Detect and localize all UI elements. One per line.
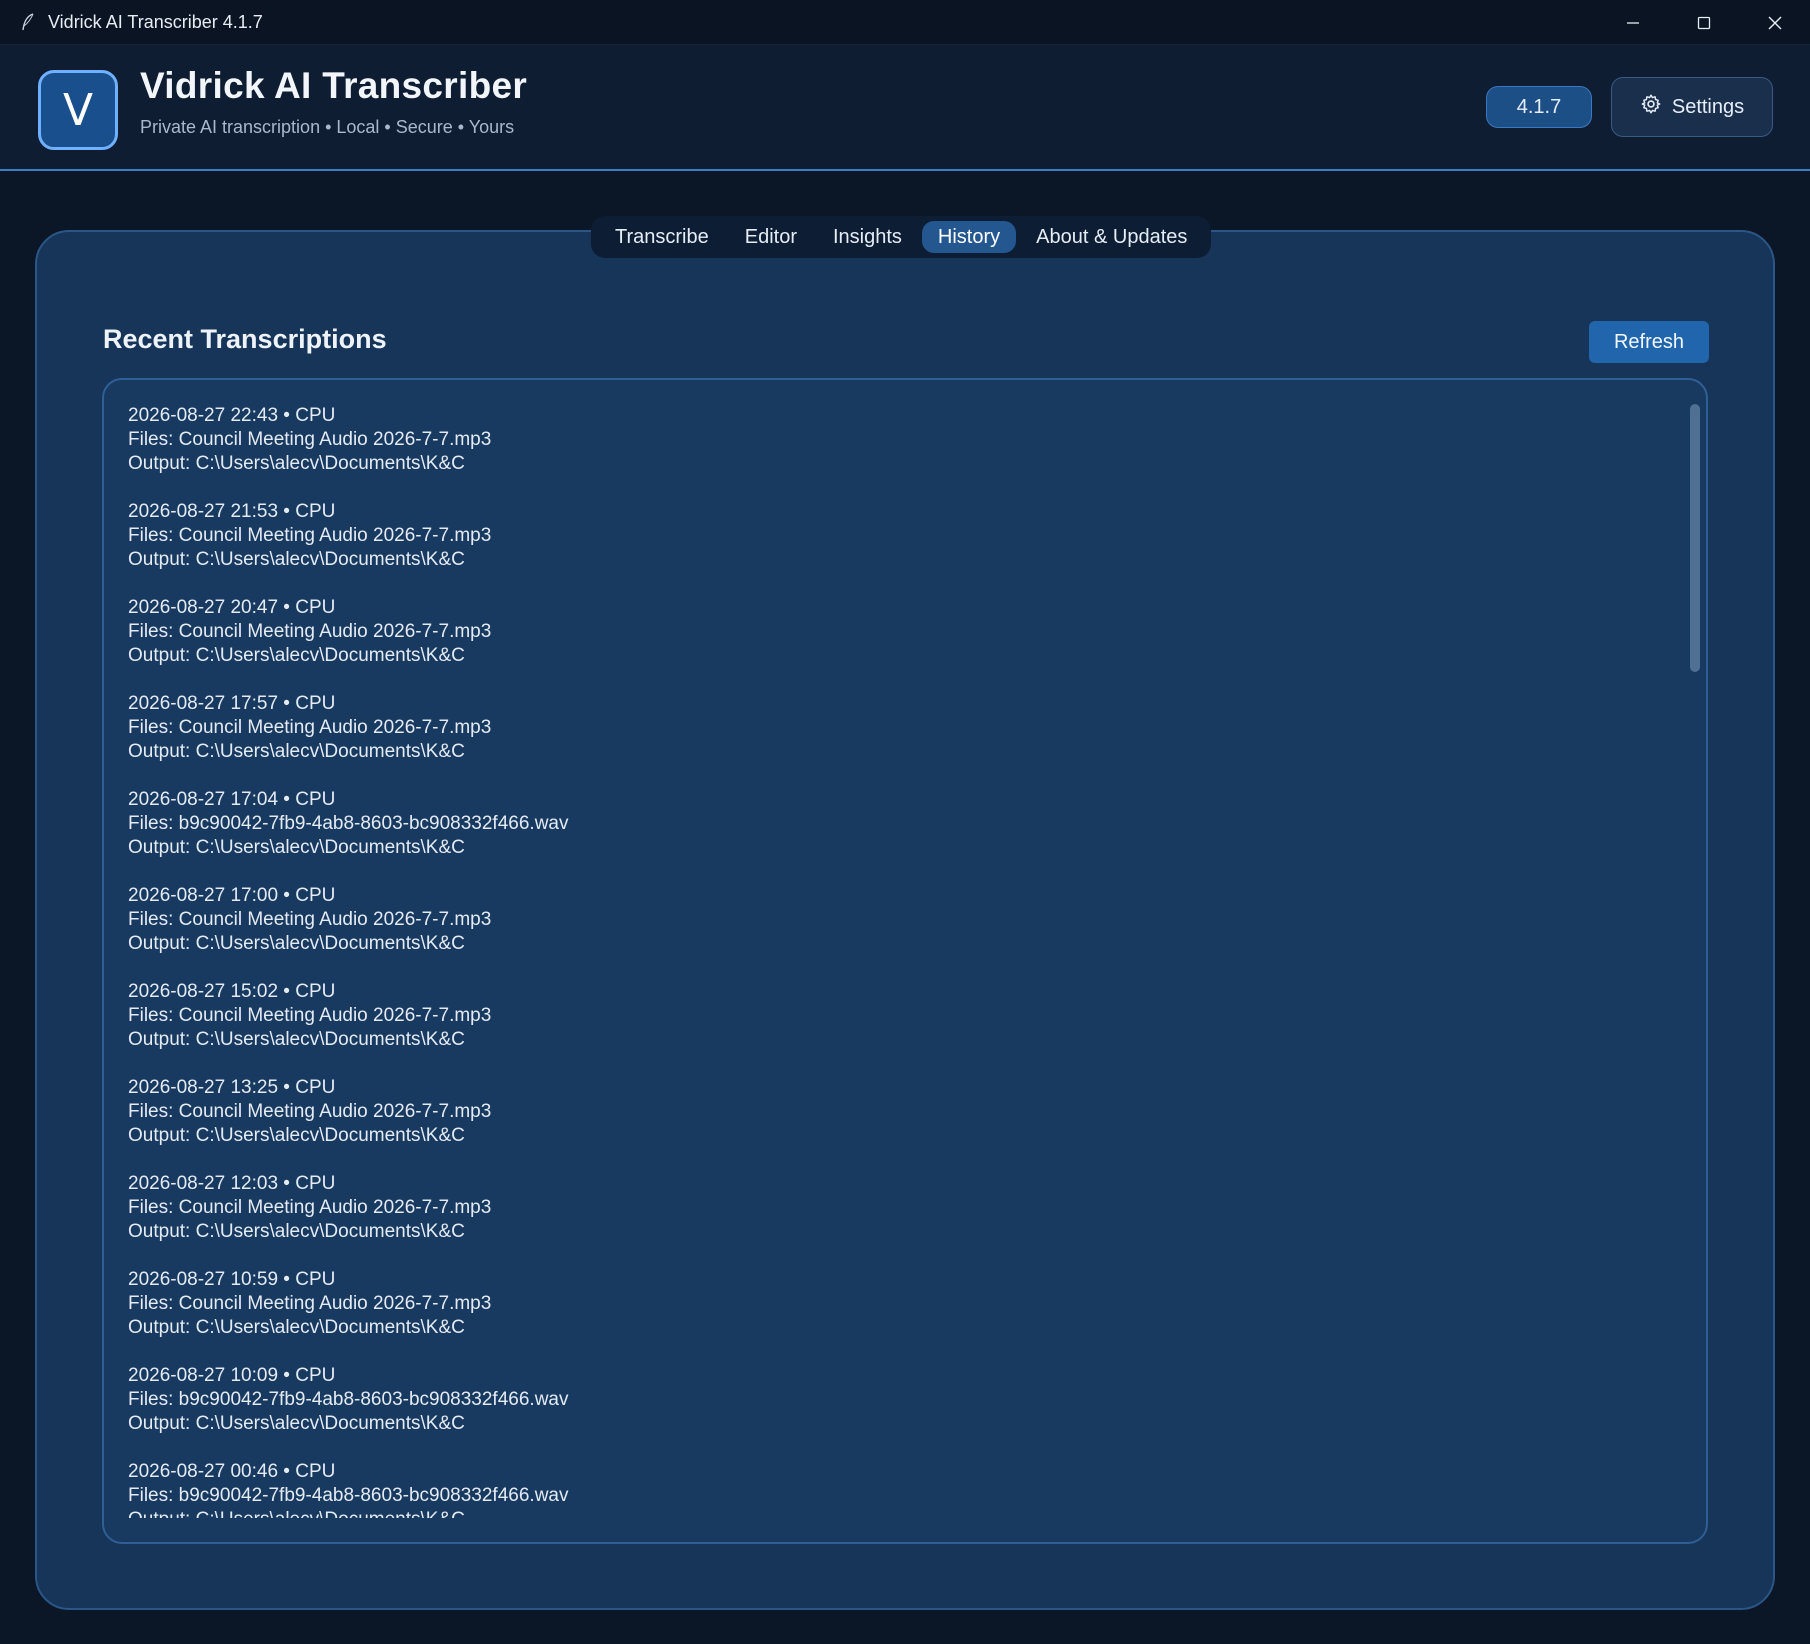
entry-timestamp: 2026-08-27 17:04 • CPU <box>128 789 336 810</box>
history-entry[interactable]: 2026-08-27 17:57 • CPU Files: Council Mee… <box>128 692 1648 788</box>
close-button[interactable] <box>1739 0 1810 45</box>
feather-icon <box>18 12 38 32</box>
entry-output: Output: C:\Users\alecv\Documents\K&C <box>128 453 465 474</box>
entry-timestamp: 2026-08-27 10:59 • CPU <box>128 1269 336 1290</box>
entry-output: Output: C:\Users\alecv\Documents\K&C <box>128 1317 465 1338</box>
history-entry[interactable]: 2026-08-27 17:00 • CPU Files: Council Mee… <box>128 884 1648 980</box>
history-entries: 2026-08-27 22:43 • CPU Files: Council Mee… <box>128 404 1648 1518</box>
entry-files: Files: b9c90042-7fb9-4ab8-8603-bc908332f… <box>128 1389 569 1410</box>
app-title: Vidrick AI Transcriber <box>140 65 528 106</box>
history-entry[interactable]: 2026-08-27 10:59 • CPU Files: Council Mee… <box>128 1268 1648 1364</box>
tab-transcribe[interactable]: Transcribe <box>599 221 725 253</box>
minimize-button[interactable] <box>1597 0 1668 45</box>
entry-timestamp: 2026-08-27 21:53 • CPU <box>128 501 336 522</box>
history-list[interactable]: 2026-08-27 22:43 • CPU Files: Council Mee… <box>102 378 1708 1544</box>
entry-output: Output: C:\Users\alecv\Documents\K&C <box>128 1125 465 1146</box>
history-entry[interactable]: 2026-08-27 17:04 • CPU Files: b9c90042-7f… <box>128 788 1648 884</box>
entry-output: Output: C:\Users\alecv\Documents\K&C <box>128 645 465 666</box>
window-controls <box>1597 0 1810 45</box>
entry-timestamp: 2026-08-27 20:47 • CPU <box>128 597 336 618</box>
entry-output: Output: C:\Users\alecv\Documents\K&C <box>128 549 465 570</box>
tab-insights[interactable]: Insights <box>817 221 918 253</box>
history-entry[interactable]: 2026-08-27 21:53 • CPU Files: Council Mee… <box>128 500 1648 596</box>
history-entry[interactable]: 2026-08-27 20:47 • CPU Files: Council Mee… <box>128 596 1648 692</box>
entry-files: Files: Council Meeting Audio 2026-7-7.mp… <box>128 525 492 546</box>
history-entry[interactable]: 2026-08-27 15:02 • CPU Files: Council Mee… <box>128 980 1648 1076</box>
maximize-icon <box>1696 15 1712 31</box>
refresh-button[interactable]: Refresh <box>1589 321 1709 363</box>
entry-output: Output: C:\Users\alecv\Documents\K&C <box>128 1413 465 1434</box>
entry-timestamp: 2026-08-27 12:03 • CPU <box>128 1173 336 1194</box>
entry-files: Files: Council Meeting Audio 2026-7-7.mp… <box>128 717 492 738</box>
entry-timestamp: 2026-08-27 17:57 • CPU <box>128 693 336 714</box>
entry-files: Files: b9c90042-7fb9-4ab8-8603-bc908332f… <box>128 1485 569 1506</box>
entry-files: Files: Council Meeting Audio 2026-7-7.mp… <box>128 1101 492 1122</box>
history-entry[interactable]: 2026-08-27 00:46 • CPU Files: b9c90042-7f… <box>128 1460 1648 1518</box>
entry-timestamp: 2026-08-27 10:09 • CPU <box>128 1365 336 1386</box>
window-titlebar: Vidrick AI Transcriber 4.1.7 <box>0 0 1810 45</box>
history-entry[interactable]: 2026-08-27 13:25 • CPU Files: Council Mee… <box>128 1076 1648 1172</box>
tab-bar: Transcribe Editor Insights History About… <box>591 216 1212 258</box>
version-badge: 4.1.7 <box>1486 86 1592 128</box>
settings-label: Settings <box>1671 95 1745 118</box>
entry-timestamp: 2026-08-27 15:02 • CPU <box>128 981 336 1002</box>
minimize-icon <box>1625 15 1641 31</box>
entry-output: Output: C:\Users\alecv\Documents\K&C <box>128 1221 465 1242</box>
entry-timestamp: 2026-08-27 00:46 • CPU <box>128 1461 336 1482</box>
entry-output: Output: C:\Users\alecv\Documents\K&C <box>128 1508 1648 1518</box>
section-title: Recent Transcriptions <box>103 324 387 354</box>
entry-timestamp: 2026-08-27 22:43 • CPU <box>128 405 336 426</box>
history-entry[interactable]: 2026-08-27 12:03 • CPU Files: Council Mee… <box>128 1172 1648 1268</box>
history-entry[interactable]: 2026-08-27 22:43 • CPU Files: Council Mee… <box>128 404 1648 500</box>
entry-output: Output: C:\Users\alecv\Documents\K&C <box>128 1029 465 1050</box>
entry-output: Output: C:\Users\alecv\Documents\K&C <box>128 837 465 858</box>
settings-button[interactable]: Settings <box>1611 77 1773 137</box>
app-header: V Vidrick AI Transcriber Private AI tran… <box>0 45 1810 171</box>
entry-files: Files: Council Meeting Audio 2026-7-7.mp… <box>128 1005 492 1026</box>
tab-history[interactable]: History <box>921 221 1017 253</box>
scrollbar-thumb[interactable] <box>1690 404 1700 672</box>
history-entry[interactable]: 2026-08-27 10:09 • CPU Files: b9c90042-7f… <box>128 1364 1648 1460</box>
app-subtitle: Private AI transcription • Local • Secur… <box>140 117 515 137</box>
tab-about-updates[interactable]: About & Updates <box>1020 221 1203 253</box>
scrollbar[interactable] <box>1690 404 1700 1518</box>
entry-files: Files: Council Meeting Audio 2026-7-7.mp… <box>128 909 492 930</box>
entry-files: Files: Council Meeting Audio 2026-7-7.mp… <box>128 429 492 450</box>
maximize-button[interactable] <box>1668 0 1739 45</box>
gear-icon <box>1640 93 1662 121</box>
entry-files: Files: Council Meeting Audio 2026-7-7.mp… <box>128 1293 492 1314</box>
entry-timestamp: 2026-08-27 13:25 • CPU <box>128 1077 336 1098</box>
window-title: Vidrick AI Transcriber 4.1.7 <box>48 11 263 32</box>
entry-files: Files: Council Meeting Audio 2026-7-7.mp… <box>128 1197 492 1218</box>
entry-output: Output: C:\Users\alecv\Documents\K&C <box>128 741 465 762</box>
close-icon <box>1767 15 1783 31</box>
entry-timestamp: 2026-08-27 17:00 • CPU <box>128 885 336 906</box>
app-logo: V <box>38 70 118 150</box>
tab-editor[interactable]: Editor <box>729 221 813 253</box>
entry-output: Output: C:\Users\alecv\Documents\K&C <box>128 933 465 954</box>
entry-files: Files: b9c90042-7fb9-4ab8-8603-bc908332f… <box>128 813 569 834</box>
entry-files: Files: Council Meeting Audio 2026-7-7.mp… <box>128 621 492 642</box>
